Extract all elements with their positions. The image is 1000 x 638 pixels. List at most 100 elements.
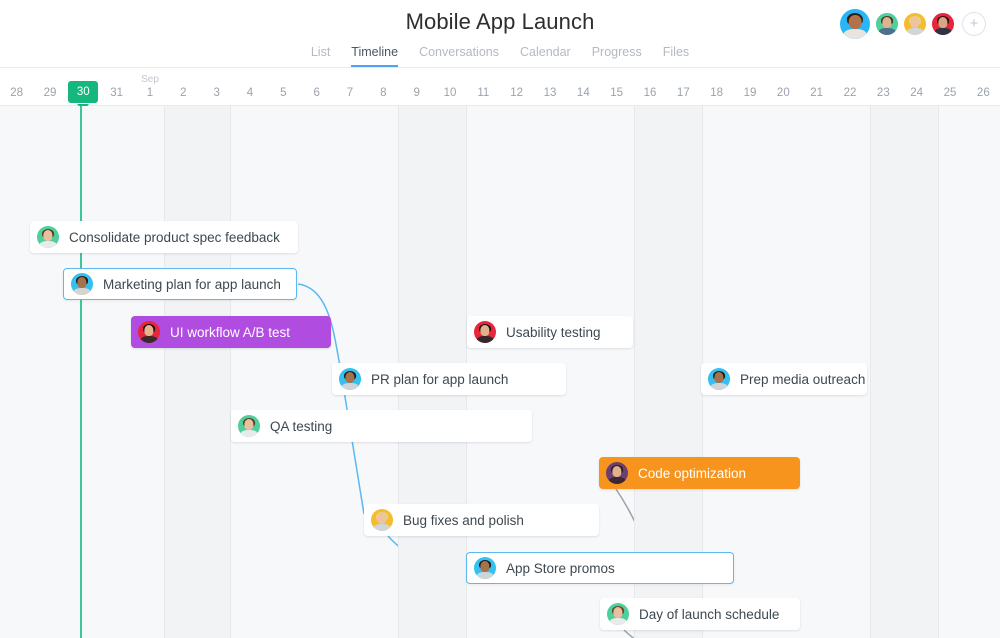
task-bar-qa-testing[interactable]: QA testing — [231, 410, 532, 442]
task-bar-usability-testing[interactable]: Usability testing — [467, 316, 633, 348]
avatar-face — [371, 509, 393, 531]
ruler-day-number: 18 — [710, 87, 724, 99]
ruler-day-12[interactable]: 12 — [500, 68, 533, 106]
ruler-day-number: 4 — [246, 87, 254, 99]
task-assignee-avatar[interactable] — [371, 509, 393, 531]
task-assignee-avatar[interactable] — [474, 321, 496, 343]
ruler-day-number: 6 — [313, 87, 320, 99]
task-assignee-avatar[interactable] — [339, 368, 361, 390]
ruler-day-number: 2 — [180, 87, 187, 99]
ruler-day-number: 16 — [643, 87, 657, 99]
ruler-day-number: 29 — [43, 87, 57, 99]
ruler-day-number: 24 — [910, 87, 924, 99]
task-bar-ui-ab-test[interactable]: UI workflow A/B test — [131, 316, 331, 348]
task-assignee-avatar[interactable] — [37, 226, 59, 248]
ruler-day-number: 21 — [810, 87, 824, 99]
task-assignee-avatar[interactable] — [138, 321, 160, 343]
ruler-day-23[interactable]: 23 — [867, 68, 900, 106]
task-bar-consolidate[interactable]: Consolidate product spec feedback — [30, 221, 298, 253]
task-label: App Store promos — [506, 560, 615, 576]
ruler-day-number: 12 — [510, 87, 524, 99]
grid-line — [164, 106, 165, 638]
ruler-day-20[interactable]: 20 — [767, 68, 800, 106]
member-avatar-4[interactable] — [930, 11, 956, 37]
ruler-day-19[interactable]: 19 — [733, 68, 766, 106]
ruler-day-number: 19 — [743, 87, 757, 99]
ruler-day-4[interactable]: 4 — [233, 68, 266, 106]
task-bar-day-of-launch[interactable]: Day of launch schedule — [600, 598, 800, 630]
member-avatar-3[interactable] — [902, 11, 928, 37]
grid-line — [938, 106, 939, 638]
task-assignee-avatar[interactable] — [606, 462, 628, 484]
tab-calendar[interactable]: Calendar — [520, 45, 571, 67]
ruler-day-17[interactable]: 17 — [667, 68, 700, 106]
task-label: Consolidate product spec feedback — [69, 229, 280, 245]
ruler-day-number: 7 — [346, 87, 354, 99]
ruler-day-1[interactable]: Sep 1 — [133, 68, 166, 106]
avatar-face — [37, 226, 59, 248]
task-bar-code-optimization[interactable]: Code optimization — [599, 457, 800, 489]
task-assignee-avatar[interactable] — [607, 603, 629, 625]
ruler-day-number: 30 — [68, 81, 99, 103]
ruler-day-16[interactable]: 16 — [633, 68, 666, 106]
ruler-day-18[interactable]: 18 — [700, 68, 733, 106]
member-avatar-2[interactable] — [874, 11, 900, 37]
member-avatar-1[interactable] — [838, 7, 872, 41]
date-ruler[interactable]: 28 29 30 31 Sep 1 2 3 4 5 6 7 8 9 10 11 12 13 14 15 16 17 18 19… — [0, 68, 1000, 111]
ruler-day-3[interactable]: 3 — [200, 68, 233, 106]
ruler-day-13[interactable]: 13 — [533, 68, 566, 106]
ruler-day-9[interactable]: 9 — [400, 68, 433, 106]
avatar-face — [474, 321, 496, 343]
ruler-day-number: 11 — [477, 87, 490, 99]
tab-files[interactable]: Files — [663, 45, 689, 67]
task-bar-bug-fixes[interactable]: Bug fixes and polish — [364, 504, 599, 536]
ruler-day-26[interactable]: 26 — [967, 68, 1000, 106]
ruler-day-number: 25 — [943, 87, 957, 99]
task-label: QA testing — [270, 418, 333, 434]
task-assignee-avatar[interactable] — [474, 557, 496, 579]
task-assignee-avatar[interactable] — [708, 368, 730, 390]
ruler-day-21[interactable]: 21 — [800, 68, 833, 106]
ruler-day-24[interactable]: 24 — [900, 68, 933, 106]
grid-line — [230, 106, 231, 638]
ruler-day-10[interactable]: 10 — [433, 68, 466, 106]
ruler-day-8[interactable]: 8 — [367, 68, 400, 106]
avatar-face — [138, 321, 160, 343]
task-assignee-avatar[interactable] — [238, 415, 260, 437]
tab-conversations[interactable]: Conversations — [419, 45, 499, 67]
timeline-canvas[interactable]: Consolidate product spec feedback Marketi… — [0, 106, 1000, 638]
task-assignee-avatar[interactable] — [71, 273, 93, 295]
ruler-day-number: 1 — [146, 87, 154, 99]
avatar-face — [606, 462, 628, 484]
ruler-day-11[interactable]: 11 — [467, 68, 500, 106]
ruler-day-6[interactable]: 6 — [300, 68, 333, 106]
ruler-day-25[interactable]: 25 — [933, 68, 966, 106]
ruler-day-28[interactable]: 28 — [0, 68, 33, 106]
ruler-day-5[interactable]: 5 — [267, 68, 300, 106]
ruler-day-7[interactable]: 7 — [333, 68, 366, 106]
task-bar-pr-plan[interactable]: PR plan for app launch — [332, 363, 566, 395]
ruler-day-29[interactable]: 29 — [33, 68, 66, 106]
ruler-day-number: 17 — [676, 87, 690, 99]
ruler-day-number: 13 — [543, 87, 557, 99]
task-bar-marketing-plan[interactable]: Marketing plan for app launch — [63, 268, 297, 300]
avatar-face — [607, 603, 629, 625]
task-label: Bug fixes and polish — [403, 512, 524, 528]
ruler-day-2[interactable]: 2 — [167, 68, 200, 106]
tab-list[interactable]: List — [311, 45, 330, 67]
member-avatar-group: + — [838, 7, 986, 41]
tab-progress[interactable]: Progress — [592, 45, 642, 67]
ruler-day-14[interactable]: 14 — [567, 68, 600, 106]
ruler-month-label: Sep — [141, 74, 159, 85]
ruler-day-30[interactable]: 30 — [67, 68, 100, 111]
avatar-face — [904, 13, 926, 35]
task-bar-prep-media[interactable]: Prep media outreach — [701, 363, 867, 395]
avatar-face — [876, 13, 898, 35]
tab-timeline[interactable]: Timeline — [351, 45, 399, 67]
ruler-day-31[interactable]: 31 — [100, 68, 133, 106]
ruler-day-22[interactable]: 22 — [833, 68, 866, 106]
ruler-day-15[interactable]: 15 — [600, 68, 633, 106]
add-member-button[interactable]: + — [962, 12, 986, 36]
task-bar-app-store-promos[interactable]: App Store promos — [466, 552, 734, 584]
avatar-face — [238, 415, 260, 437]
